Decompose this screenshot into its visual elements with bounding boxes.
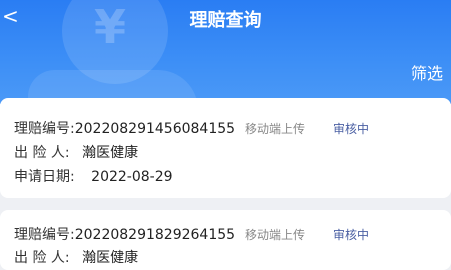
upload-source: 移动端上传 bbox=[245, 228, 306, 242]
claim-number: 202208291456084155 bbox=[74, 121, 236, 137]
claim-number-label: 理赔编号: bbox=[14, 121, 75, 137]
insured-row: 出 险 人: 瀚医健康 bbox=[14, 247, 138, 267]
status-badge: 审核中 bbox=[333, 228, 370, 242]
claim-number-label: 理赔编号: bbox=[14, 227, 75, 243]
insured-label: 出 险 人: bbox=[14, 145, 70, 161]
status-badge: 审核中 bbox=[333, 122, 370, 136]
insured-label: 出 险 人: bbox=[14, 250, 70, 266]
date-label: 申请日期: bbox=[14, 169, 75, 185]
filter-button[interactable]: 筛选 bbox=[411, 60, 443, 84]
insured-name: 瀚医健康 bbox=[82, 250, 139, 266]
claim-card[interactable]: 理赔编号:202208291456084155 移动端上传 审核中 出 险 人:… bbox=[0, 98, 451, 198]
claim-number-row: 理赔编号:202208291829264155 bbox=[14, 224, 235, 244]
page-title: 理赔查询 bbox=[189, 10, 262, 31]
upload-source: 移动端上传 bbox=[245, 122, 306, 136]
claim-number: 202208291829264155 bbox=[74, 227, 236, 243]
insured-name: 瀚医健康 bbox=[82, 145, 139, 161]
apply-date: 2022-08-29 bbox=[91, 169, 173, 185]
app-header: ¥ < 理赔查询 筛选 bbox=[0, 0, 451, 104]
insured-row: 出 险 人: 瀚医健康 bbox=[14, 142, 138, 162]
claim-card[interactable]: 理赔编号:202208291829264155 移动端上传 审核中 出 险 人:… bbox=[0, 210, 451, 270]
date-row: 申请日期: 2022-08-29 bbox=[14, 166, 173, 186]
claim-number-row: 理赔编号:202208291456084155 bbox=[14, 118, 235, 138]
